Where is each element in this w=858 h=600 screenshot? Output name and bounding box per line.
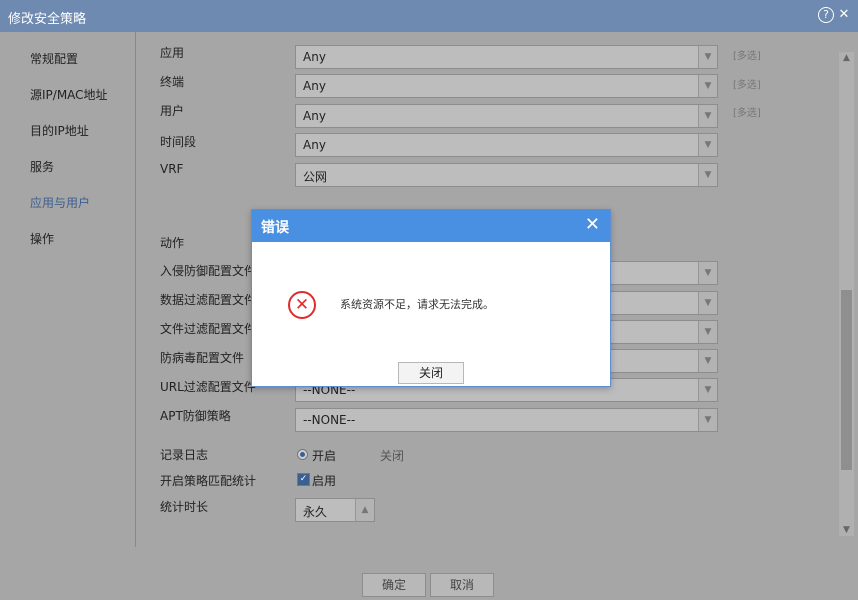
chevron-down-icon[interactable]: ▼ [698, 262, 717, 284]
logging-on-radio[interactable] [297, 449, 308, 460]
sidebar-item-destination-ip[interactable]: 目的IP地址 [30, 122, 89, 140]
dialog-close-button[interactable]: 关闭 [398, 362, 464, 384]
match-stats-checkbox-label[interactable]: 启用 [312, 472, 336, 489]
stats-duration-value: 永久 [303, 505, 328, 519]
chevron-down-icon[interactable]: ▼ [698, 409, 717, 431]
vrf-select[interactable]: 公网 ▼ [295, 163, 718, 187]
match-stats-label: 开启策略匹配统计 [160, 474, 257, 488]
logging-off-label[interactable]: 关闭 [380, 447, 404, 464]
vrf-label: VRF [160, 162, 184, 176]
chevron-down-icon[interactable]: ▼ [698, 134, 717, 156]
chevron-down-icon[interactable]: ▼ [698, 379, 717, 401]
data-filter-profile-label: 数据过滤配置文件 [160, 293, 257, 307]
chevron-down-icon[interactable]: ▼ [698, 75, 717, 97]
scroll-up-icon[interactable]: ▲ [839, 52, 854, 64]
scroll-thumb[interactable] [841, 290, 852, 470]
ok-button[interactable]: 确定 [362, 573, 426, 597]
sidebar-item-operation[interactable]: 操作 [30, 230, 54, 248]
window-titlebar: 修改安全策略 ? ✕ [0, 0, 858, 32]
application-select[interactable]: Any ▼ [295, 45, 718, 69]
vertical-scrollbar[interactable]: ▲ ▼ [839, 52, 854, 536]
url-filter-profile-label: URL过滤配置文件 [160, 380, 256, 394]
error-dialog-title: 错误 [261, 220, 289, 236]
chevron-down-icon[interactable]: ▼ [698, 46, 717, 68]
error-dialog-header: 错误 ✕ [252, 210, 610, 242]
sidebar-item-service[interactable]: 服务 [30, 158, 54, 176]
error-dialog: 错误 ✕ ✕ 系统资源不足，请求无法完成。 关闭 [251, 209, 611, 387]
sidebar-item-general[interactable]: 常规配置 [30, 50, 78, 68]
sidebar-item-application-user[interactable]: 应用与用户 [30, 194, 90, 212]
antivirus-profile-label: 防病毒配置文件 [160, 351, 245, 365]
time-period-value: Any [303, 138, 326, 152]
cancel-button[interactable]: 取消 [430, 573, 494, 597]
vrf-value: 公网 [303, 170, 328, 184]
application-value: Any [303, 50, 326, 64]
stats-duration-label: 统计时长 [160, 500, 209, 514]
close-icon[interactable]: ✕ [836, 7, 852, 23]
file-filter-profile-label: 文件过滤配置文件 [160, 322, 257, 336]
scroll-down-icon[interactable]: ▼ [839, 524, 854, 536]
chevron-down-icon[interactable]: ▼ [698, 350, 717, 372]
close-icon[interactable]: ✕ [585, 215, 600, 235]
user-multi-hint[interactable]: [多选] [733, 104, 761, 119]
chevron-down-icon[interactable]: ▼ [698, 105, 717, 127]
user-value: Any [303, 109, 326, 123]
chevron-down-icon[interactable]: ▼ [698, 292, 717, 314]
window-title: 修改安全策略 [8, 12, 87, 27]
ips-profile-label: 入侵防御配置文件 [160, 264, 257, 278]
logging-label: 记录日志 [160, 448, 209, 462]
apt-policy-label: APT防御策略 [160, 409, 231, 423]
action-label: 动作 [160, 236, 185, 250]
application-label: 应用 [160, 46, 185, 60]
logging-on-label[interactable]: 开启 [312, 447, 336, 464]
time-period-label: 时间段 [160, 135, 197, 149]
application-multi-hint[interactable]: [多选] [733, 47, 761, 62]
terminal-value: Any [303, 79, 326, 93]
help-icon[interactable]: ? [818, 7, 834, 23]
time-period-select[interactable]: Any ▼ [295, 133, 718, 157]
error-icon: ✕ [288, 291, 316, 319]
user-select[interactable]: Any ▼ [295, 104, 718, 128]
match-stats-checkbox[interactable]: ✓ [297, 473, 310, 486]
error-message: 系统资源不足，请求无法完成。 [340, 298, 494, 311]
terminal-select[interactable]: Any ▼ [295, 74, 718, 98]
apt-policy-select[interactable]: --NONE-- ▼ [295, 408, 718, 432]
user-label: 用户 [160, 104, 185, 118]
chevron-down-icon[interactable]: ▼ [698, 164, 717, 186]
terminal-label: 终端 [160, 75, 185, 89]
sidebar: 常规配置 源IP/MAC地址 目的IP地址 服务 应用与用户 操作 [0, 32, 136, 547]
sidebar-item-source-ip-mac[interactable]: 源IP/MAC地址 [30, 86, 108, 104]
apt-policy-value: --NONE-- [303, 413, 356, 427]
stats-duration-select[interactable]: 永久 ▲ [295, 498, 375, 522]
terminal-multi-hint[interactable]: [多选] [733, 76, 761, 91]
chevron-down-icon[interactable]: ▲ [355, 499, 374, 521]
chevron-down-icon[interactable]: ▼ [698, 321, 717, 343]
